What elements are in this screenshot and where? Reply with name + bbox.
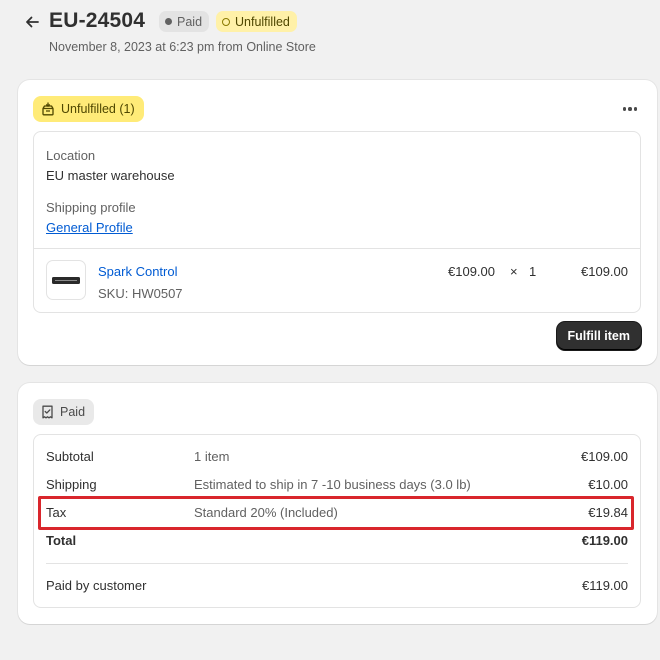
total-row: Total €119.00: [34, 533, 640, 553]
paid-pill: Paid: [33, 399, 95, 425]
divider: [46, 563, 628, 564]
shipping-label: Shipping: [46, 477, 97, 492]
payment-summary-box: Subtotal 1 item €109.00 Shipping Estimat…: [33, 434, 641, 608]
shipping-profile-link[interactable]: General Profile: [46, 220, 133, 235]
product-image: [52, 276, 80, 284]
shipping-detail: Estimated to ship in 7 -10 business days…: [194, 477, 471, 492]
location-label: Location: [46, 148, 96, 163]
receipt-check-icon: [42, 405, 53, 419]
filled-dot-icon: [165, 18, 172, 25]
paid-by-customer-amount: €119.00: [581, 578, 628, 593]
product-line-total: €109.00: [581, 264, 628, 279]
subtotal-amount: €109.00: [581, 449, 628, 464]
subtotal-detail: 1 item: [194, 449, 230, 464]
paid-pill-label: Paid: [60, 405, 86, 419]
total-label: Total: [46, 533, 77, 548]
product-name-link[interactable]: Spark Control: [98, 264, 177, 279]
unfulfilled-pill: Unfulfilled (1): [33, 96, 144, 122]
ring-dot-icon: [222, 17, 230, 26]
dot-icon: [622, 107, 627, 111]
fulfill-item-button[interactable]: Fulfill item: [556, 322, 641, 350]
dot-icon: [633, 107, 638, 111]
arrow-left-icon: [26, 16, 39, 28]
product-thumbnail[interactable]: [46, 260, 86, 300]
payment-status-text: Paid: [177, 14, 203, 29]
order-subtitle: November 8, 2023 at 6:23 pm from Online …: [49, 40, 316, 54]
fulfillment-details-box: Location EU master warehouse Shipping pr…: [33, 131, 641, 313]
shipping-amount: €10.00: [588, 477, 628, 492]
shipping-profile-label: Shipping profile: [46, 200, 136, 215]
paid-by-customer-label: Paid by customer: [46, 578, 147, 593]
order-title: EU-24504: [49, 9, 146, 32]
tax-label: Tax: [46, 505, 67, 520]
unfulfilled-pill-label: Unfulfilled (1): [61, 102, 135, 116]
total-amount: €119.00: [581, 533, 628, 548]
paid-by-customer-row: Paid by customer €119.00: [34, 578, 640, 598]
location-value: EU master warehouse: [46, 168, 175, 183]
subtotal-label: Subtotal: [46, 449, 94, 464]
shipping-row: Shipping Estimated to ship in 7 -10 busi…: [34, 477, 640, 497]
multiply-sign: ×: [510, 264, 518, 279]
fulfillment-status-badge: Unfulfilled: [216, 11, 297, 32]
tax-row: Tax Standard 20% (Included) €19.84: [34, 505, 640, 525]
subtotal-row: Subtotal 1 item €109.00: [34, 449, 640, 469]
product-quantity: 1: [529, 264, 537, 279]
divider: [34, 248, 640, 249]
product-sku: SKU: HW0507: [98, 286, 183, 301]
more-actions-button[interactable]: [621, 100, 639, 118]
payment-card: Paid Subtotal 1 item €109.00 Shipping Es…: [18, 383, 657, 624]
fulfillment-card: Unfulfilled (1) Location EU master wareh…: [18, 80, 657, 365]
fulfillment-status-text: Unfulfilled: [235, 14, 290, 29]
payment-status-badge: Paid: [159, 11, 210, 32]
product-unit-price: €109.00: [448, 264, 495, 279]
tax-amount: €19.84: [588, 505, 628, 520]
back-arrow-button[interactable]: [22, 12, 42, 32]
dot-icon: [628, 107, 632, 111]
tax-detail: Standard 20% (Included): [194, 505, 338, 520]
package-icon: [42, 102, 54, 116]
